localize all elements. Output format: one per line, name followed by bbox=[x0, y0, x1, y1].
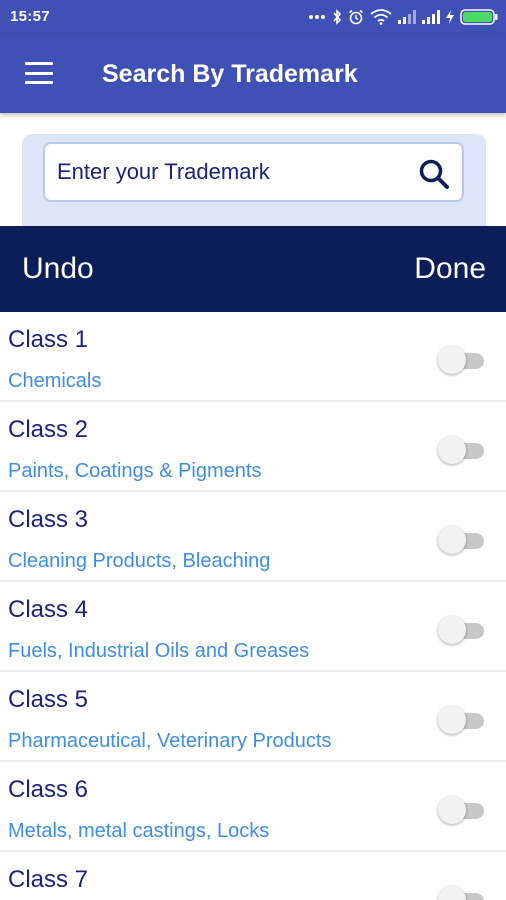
class-title: Class 4 bbox=[8, 596, 89, 623]
class-title: Class 1 bbox=[8, 326, 89, 353]
action-bar: Undo Done bbox=[0, 226, 506, 312]
trademark-search-input[interactable] bbox=[57, 156, 397, 188]
class-description: Chemicals bbox=[8, 370, 102, 392]
signal-icon bbox=[422, 10, 440, 24]
class-description: Cleaning Products, Bleaching bbox=[8, 550, 271, 572]
class-title: Class 5 bbox=[8, 686, 89, 713]
class-5-toggle[interactable] bbox=[438, 706, 486, 734]
app-bar: Search By Trademark bbox=[0, 34, 506, 113]
class-row-3[interactable]: Class 3 Cleaning Products, Bleaching bbox=[0, 492, 506, 582]
wifi-icon bbox=[370, 9, 392, 25]
battery-icon bbox=[460, 9, 498, 25]
status-bar: 15:57 bbox=[0, 0, 506, 34]
class-1-toggle[interactable] bbox=[438, 346, 486, 374]
status-time: 15:57 bbox=[10, 8, 50, 25]
class-row-7[interactable]: Class 7 bbox=[0, 852, 506, 900]
class-title: Class 6 bbox=[8, 776, 89, 803]
class-row-6[interactable]: Class 6 Metals, metal castings, Locks bbox=[0, 762, 506, 852]
more-dots-icon bbox=[309, 15, 325, 19]
undo-button[interactable]: Undo bbox=[22, 252, 94, 286]
class-3-toggle[interactable] bbox=[438, 526, 486, 554]
class-7-toggle[interactable] bbox=[438, 886, 486, 900]
class-4-toggle[interactable] bbox=[438, 616, 486, 644]
search-button[interactable] bbox=[416, 156, 452, 192]
page-title: Search By Trademark bbox=[102, 60, 358, 88]
alarm-icon bbox=[349, 9, 363, 25]
search-icon bbox=[419, 159, 449, 189]
class-description: Fuels, Industrial Oils and Greases bbox=[8, 640, 310, 662]
class-description: Paints, Coatings & Pigments bbox=[8, 460, 262, 482]
class-row-1[interactable]: Class 1 Chemicals bbox=[0, 312, 506, 402]
charging-icon bbox=[446, 10, 454, 24]
signal-icon bbox=[398, 10, 416, 24]
class-description: Metals, metal castings, Locks bbox=[8, 820, 270, 842]
search-panel bbox=[22, 134, 486, 228]
class-row-5[interactable]: Class 5 Pharmaceutical, Veterinary Produ… bbox=[0, 672, 506, 762]
class-title: Class 3 bbox=[8, 506, 89, 533]
class-list: Class 1 Chemicals Class 2 Paints, Coatin… bbox=[0, 312, 506, 900]
class-6-toggle[interactable] bbox=[438, 796, 486, 824]
class-description: Pharmaceutical, Veterinary Products bbox=[8, 730, 332, 752]
class-row-2[interactable]: Class 2 Paints, Coatings & Pigments bbox=[0, 402, 506, 492]
status-icons bbox=[308, 7, 498, 27]
bluetooth-icon bbox=[333, 9, 342, 25]
class-row-4[interactable]: Class 4 Fuels, Industrial Oils and Greas… bbox=[0, 582, 506, 672]
done-button[interactable]: Done bbox=[414, 252, 486, 286]
hamburger-menu-icon[interactable] bbox=[22, 58, 56, 88]
search-box bbox=[43, 142, 464, 202]
class-2-toggle[interactable] bbox=[438, 436, 486, 464]
class-title: Class 2 bbox=[8, 416, 89, 443]
class-title: Class 7 bbox=[8, 866, 89, 893]
